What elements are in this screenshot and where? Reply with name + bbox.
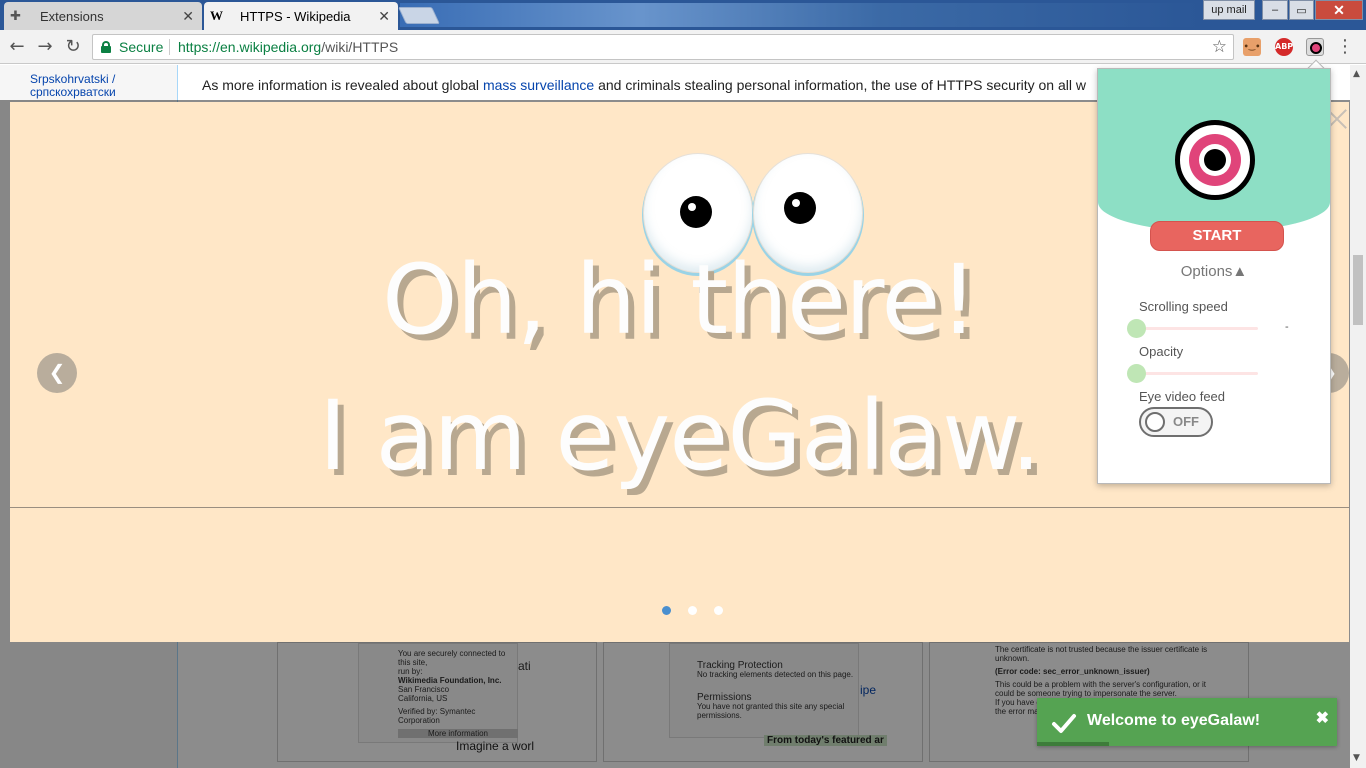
- welcome-toast: Welcome to eyeGalaw! ✖: [1037, 698, 1337, 746]
- tab-close-icon[interactable]: ✕: [182, 8, 194, 25]
- reload-icon: ↻: [65, 36, 81, 57]
- article-paragraph: As more information is revealed about gl…: [202, 77, 1102, 93]
- secure-label: Secure: [119, 39, 164, 55]
- page-scrollbar[interactable]: ▲ ▼: [1350, 65, 1366, 768]
- address-separator: [169, 39, 170, 55]
- slider-handle[interactable]: [1127, 364, 1146, 383]
- slide-dot[interactable]: [662, 606, 671, 615]
- slide-dot[interactable]: [714, 606, 723, 615]
- new-tab-button[interactable]: [398, 7, 440, 24]
- mass-surveillance-link[interactable]: mass surveillance: [483, 77, 594, 93]
- forward-button[interactable]: →: [34, 36, 56, 58]
- toggle-state-label: OFF: [1173, 414, 1199, 429]
- eye-video-feed-toggle[interactable]: OFF: [1139, 407, 1213, 437]
- reload-button[interactable]: ↻: [62, 36, 84, 58]
- maximize-icon: ▭: [1296, 4, 1307, 17]
- profile-button[interactable]: up mail: [1203, 0, 1255, 20]
- overlay-divider: [10, 507, 1349, 508]
- abp-icon[interactable]: ABP: [1275, 38, 1293, 56]
- scrolling-speed-label: Scrolling speed: [1139, 299, 1228, 314]
- popup-header: [1098, 69, 1330, 232]
- browser-menu-icon[interactable]: ⋮: [1336, 36, 1354, 58]
- bookmark-star-icon[interactable]: ☆: [1212, 37, 1227, 57]
- left-pupil: [680, 196, 712, 228]
- tab-title: HTTPS - Wikipedia: [240, 8, 351, 24]
- extension-face-icon[interactable]: •‿•: [1243, 38, 1261, 56]
- back-button[interactable]: ←: [6, 36, 28, 58]
- toggle-knob: [1145, 412, 1165, 432]
- tab-extensions[interactable]: ✚ Extensions ✕: [4, 2, 202, 30]
- eyegalaw-logo-icon: [1175, 120, 1255, 200]
- abp-label: ABP: [1275, 42, 1294, 51]
- tab-strip: ✚ Extensions ✕ W HTTPS - Wikipedia ✕ up …: [0, 0, 1366, 30]
- toast-progress-bar: [1037, 742, 1109, 746]
- start-button[interactable]: START: [1150, 221, 1284, 251]
- puzzle-icon: ✚: [10, 8, 21, 23]
- slider-handle[interactable]: [1127, 319, 1146, 338]
- paragraph-text: As more information is revealed about gl…: [202, 77, 483, 93]
- tab-title: Extensions: [40, 8, 104, 24]
- paragraph-text: and criminals stealing personal informat…: [594, 77, 1086, 93]
- tabstrip-background: [400, 3, 1200, 27]
- url-text: https://en.wikipedia.org/wiki/HTTPS: [178, 39, 398, 55]
- close-icon: ✕: [1333, 1, 1345, 18]
- eyegalaw-icon[interactable]: [1306, 38, 1324, 56]
- slide-dot[interactable]: [688, 606, 697, 615]
- opacity-slider[interactable]: [1127, 364, 1258, 383]
- scrolling-speed-slider[interactable]: [1127, 319, 1258, 338]
- scrolling-speed-value: -: [1285, 321, 1289, 333]
- minimize-button[interactable]: –: [1262, 0, 1288, 20]
- chevron-left-icon: ❮: [48, 360, 66, 384]
- tab-https-wikipedia[interactable]: W HTTPS - Wikipedia ✕: [204, 2, 398, 30]
- address-bar[interactable]: Secure https://en.wikipedia.org/wiki/HTT…: [92, 34, 1234, 60]
- scroll-down-icon[interactable]: ▼: [1353, 753, 1360, 763]
- forward-arrow-icon: →: [37, 36, 53, 57]
- toast-message: Welcome to eyeGalaw!: [1087, 712, 1261, 729]
- scrollbar-thumb[interactable]: [1353, 255, 1363, 325]
- checkmark-icon: [1052, 714, 1076, 733]
- lock-icon: [101, 41, 111, 53]
- previous-slide-button[interactable]: ❮: [37, 353, 77, 393]
- right-pupil: [784, 192, 816, 224]
- wikipedia-w-icon: W: [210, 8, 223, 23]
- options-toggle[interactable]: Options▲: [1098, 263, 1330, 280]
- eye-video-feed-label: Eye video feed: [1139, 389, 1226, 404]
- sidebar-language-link[interactable]: Srpskohrvatski / српскохрватски: [30, 73, 140, 99]
- close-window-button[interactable]: ✕: [1315, 0, 1363, 20]
- back-arrow-icon: ←: [9, 36, 25, 57]
- toast-close-icon[interactable]: ✖: [1316, 708, 1329, 728]
- minimize-icon: –: [1271, 4, 1279, 16]
- maximize-button[interactable]: ▭: [1289, 0, 1314, 20]
- opacity-label: Opacity: [1139, 344, 1184, 359]
- url-path: /wiki/HTTPS: [321, 39, 399, 55]
- profile-label: up mail: [1211, 4, 1247, 16]
- url-origin: https://en.wikipedia.org: [178, 39, 322, 55]
- browser-toolbar: ← → ↻ Secure https://en.wikipedia.org/wi…: [0, 30, 1366, 64]
- scroll-up-icon[interactable]: ▲: [1353, 69, 1360, 79]
- eyegalaw-popup: START Options▲ Scrolling speed - Opacity…: [1097, 68, 1331, 484]
- tab-close-icon[interactable]: ✕: [378, 8, 390, 25]
